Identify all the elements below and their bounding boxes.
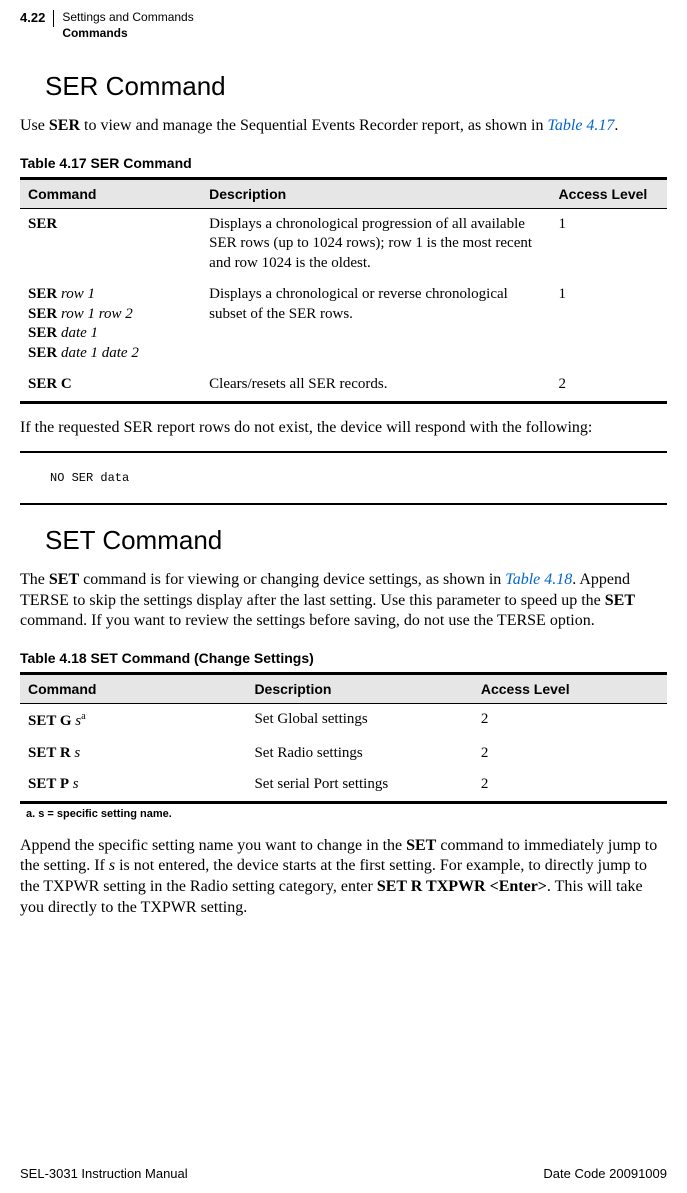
th-access: Access Level	[473, 674, 667, 704]
table-link[interactable]: Table 4.18	[505, 571, 572, 588]
th-access: Access Level	[551, 178, 667, 208]
cmd-cell: SER	[20, 208, 201, 279]
desc-cell: Set serial Port settings	[246, 769, 472, 802]
table-row: SER C Clears/resets all SER records. 2	[20, 369, 667, 402]
table-header-row: Command Description Access Level	[20, 178, 667, 208]
desc-cell: Set Radio settings	[246, 738, 472, 770]
text: Append the specific setting name you wan…	[20, 837, 406, 854]
th-description: Description	[246, 674, 472, 704]
table-row: SET G sa Set Global settings 2	[20, 704, 667, 738]
text-bold: SET	[406, 837, 436, 854]
cmd-cell: SER C	[20, 369, 201, 402]
th-description: Description	[201, 178, 550, 208]
code-output: NO SER data	[20, 453, 667, 503]
acc-cell: 1	[551, 208, 667, 279]
page-footer: SEL-3031 Instruction Manual Date Code 20…	[20, 1166, 667, 1181]
th-command: Command	[20, 674, 246, 704]
header-subtitle: Commands	[62, 26, 193, 42]
acc-cell: 2	[473, 704, 667, 738]
page-number: 4.22	[20, 10, 54, 27]
acc-cell: 2	[473, 769, 667, 802]
text-bold: SET	[49, 571, 79, 588]
ser-heading: SER Command	[45, 71, 667, 102]
page: 4.22 Settings and Commands Commands SER …	[0, 0, 687, 1193]
header-title: Settings and Commands	[62, 10, 193, 26]
table-row: SER Displays a chronological progression…	[20, 208, 667, 279]
set-table-caption: Table 4.18 SET Command (Change Settings)	[20, 650, 667, 666]
acc-cell: 2	[473, 738, 667, 770]
ser-table-caption: Table 4.17 SER Command	[20, 155, 667, 171]
table-link[interactable]: Table 4.17	[547, 117, 614, 134]
set-heading: SET Command	[45, 525, 667, 556]
table-footnote: a. s = specific setting name.	[26, 808, 667, 820]
text: to view and manage the Sequential Events…	[80, 117, 547, 134]
set-table: Command Description Access Level SET G s…	[20, 672, 667, 804]
text: The	[20, 571, 49, 588]
page-header: 4.22 Settings and Commands Commands	[20, 10, 667, 41]
table-row: SER row 1SER row 1 row 2SER date 1SER da…	[20, 279, 667, 369]
desc-cell: Displays a chronological or reverse chro…	[201, 279, 550, 369]
table-header-row: Command Description Access Level	[20, 674, 667, 704]
set-intro: The SET command is for viewing or changi…	[20, 570, 667, 632]
footer-left: SEL-3031 Instruction Manual	[20, 1166, 188, 1181]
footer-right: Date Code 20091009	[543, 1166, 667, 1181]
header-titles: Settings and Commands Commands	[54, 10, 193, 41]
text-bold: SET	[605, 592, 635, 609]
cmd-cell: SET R s	[20, 738, 246, 770]
cmd-cell: SET G sa	[20, 704, 246, 738]
th-command: Command	[20, 178, 201, 208]
desc-cell: Set Global settings	[246, 704, 472, 738]
table-row: SET P s Set serial Port settings 2	[20, 769, 667, 802]
ser-after-text: If the requested SER report rows do not …	[20, 418, 667, 439]
text: command is for viewing or changing devic…	[79, 571, 505, 588]
cmd-cell: SER row 1SER row 1 row 2SER date 1SER da…	[20, 279, 201, 369]
code-block-wrap: NO SER data	[20, 451, 667, 505]
text-bold: SET R TXPWR <Enter>	[377, 878, 547, 895]
acc-cell: 1	[551, 279, 667, 369]
desc-cell: Displays a chronological progression of …	[201, 208, 550, 279]
text: .	[614, 117, 618, 134]
divider	[20, 503, 667, 505]
text-bold: SER	[49, 117, 80, 134]
cmd-cell: SET P s	[20, 769, 246, 802]
text: Use	[20, 117, 49, 134]
table-row: SET R s Set Radio settings 2	[20, 738, 667, 770]
text: command. If you want to review the setti…	[20, 612, 595, 629]
desc-cell: Clears/resets all SER records.	[201, 369, 550, 402]
ser-table: Command Description Access Level SER Dis…	[20, 177, 667, 404]
set-after-text: Append the specific setting name you wan…	[20, 836, 667, 919]
ser-intro: Use SER to view and manage the Sequentia…	[20, 116, 667, 137]
acc-cell: 2	[551, 369, 667, 402]
